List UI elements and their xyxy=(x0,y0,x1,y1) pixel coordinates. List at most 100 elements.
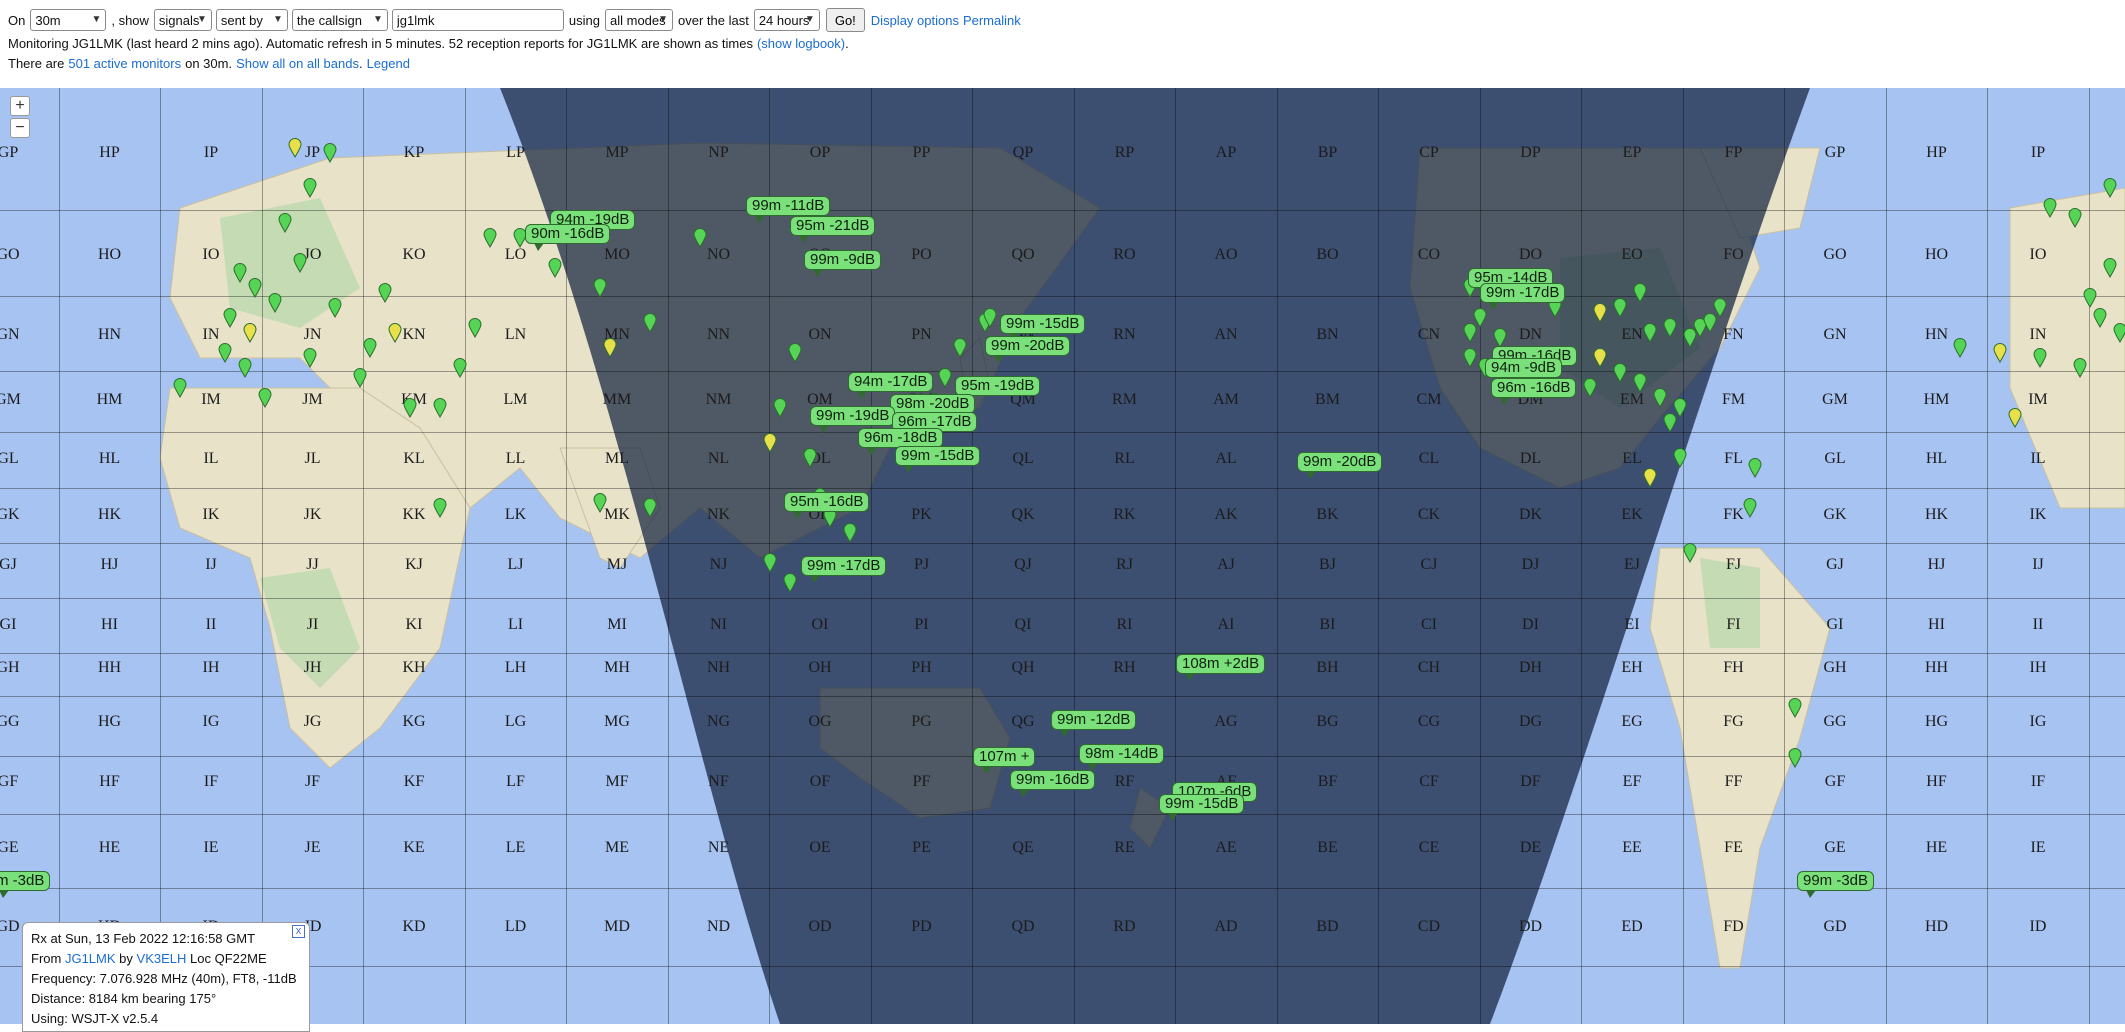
map-pin-icon[interactable] xyxy=(173,378,187,398)
reception-report-label[interactable]: 99m -15dB xyxy=(895,446,981,473)
reception-report-label[interactable]: 99m -3dB xyxy=(1797,871,1875,898)
map-pin-icon[interactable] xyxy=(248,278,262,298)
reception-report-label[interactable]: 95m -21dB xyxy=(790,216,876,243)
map-pin-icon[interactable] xyxy=(1788,748,1802,768)
map-pin-icon[interactable] xyxy=(1953,338,1967,358)
map-pin-icon[interactable] xyxy=(1593,348,1607,368)
map-pin-icon[interactable] xyxy=(788,343,802,363)
map-pin-icon[interactable] xyxy=(388,323,402,343)
map-pin-icon[interactable] xyxy=(1613,298,1627,318)
reception-report-label[interactable]: 96m -16dB xyxy=(1491,378,1577,405)
map-pin-icon[interactable] xyxy=(328,298,342,318)
reception-report-label[interactable]: 99m -20dB xyxy=(1297,452,1383,479)
reception-report-label[interactable]: 99m -20dB xyxy=(985,336,1071,363)
map-pin-icon[interactable] xyxy=(2033,348,2047,368)
map-pin-icon[interactable] xyxy=(1613,363,1627,383)
show-all-bands-link[interactable]: Show all on all bands xyxy=(236,56,359,71)
map-pin-icon[interactable] xyxy=(453,358,467,378)
callsign-input[interactable] xyxy=(391,9,564,31)
reception-report-label[interactable]: 99m -9dB xyxy=(804,250,882,277)
map-pin-icon[interactable] xyxy=(938,368,952,388)
zoom-in-button[interactable]: + xyxy=(10,96,30,116)
map-pin-icon[interactable] xyxy=(243,323,257,343)
close-icon[interactable]: x xyxy=(292,925,305,938)
reception-report-label[interactable]: 99m -19dB xyxy=(810,406,896,433)
map-pin-icon[interactable] xyxy=(593,278,607,298)
reception-report-label[interactable]: 94m -17dB xyxy=(848,372,934,399)
map-pin-icon[interactable] xyxy=(303,178,317,198)
reception-report-label[interactable]: 94m -9dB xyxy=(1485,358,1563,385)
reception-report-label[interactable]: 96m -18dB xyxy=(858,428,944,455)
display-options-link[interactable]: Display options xyxy=(871,13,959,28)
map-pin-icon[interactable] xyxy=(1713,298,1727,318)
legend-link[interactable]: Legend xyxy=(367,56,410,71)
map-pin-icon[interactable] xyxy=(693,228,707,248)
map-pin-icon[interactable] xyxy=(1493,328,1507,348)
map-pin-icon[interactable] xyxy=(433,498,447,518)
map-pin-icon[interactable] xyxy=(773,398,787,418)
world-map[interactable]: GP HP IP JP KP LP MP NP OP PP QP RP AP BP CP DP EP FP GP HP… xyxy=(0,88,2125,1024)
reception-report-label[interactable]: m -3dB xyxy=(0,871,51,898)
reception-report-label[interactable]: 99m -11dB xyxy=(746,196,831,223)
by-callsign-link[interactable]: VK3ELH xyxy=(137,951,187,966)
map-pin-icon[interactable] xyxy=(2043,198,2057,218)
map-pin-icon[interactable] xyxy=(303,348,317,368)
map-pin-icon[interactable] xyxy=(1633,373,1647,393)
reception-report-label[interactable]: 95m -19dB xyxy=(955,376,1041,403)
map-pin-icon[interactable] xyxy=(1683,543,1697,563)
map-pin-icon[interactable] xyxy=(763,433,777,453)
map-pin-icon[interactable] xyxy=(238,358,252,378)
map-pin-icon[interactable] xyxy=(548,258,562,278)
map-pin-icon[interactable] xyxy=(1663,413,1677,433)
reception-report-label[interactable]: 99m -17dB xyxy=(1480,283,1566,310)
period-select[interactable]: 24 hours ▼ xyxy=(753,9,820,31)
map-pin-icon[interactable] xyxy=(593,493,607,513)
map-pin-icon[interactable] xyxy=(1633,283,1647,303)
show-select[interactable]: signals ▼ xyxy=(153,9,212,31)
map-pin-icon[interactable] xyxy=(2008,408,2022,428)
map-pin-icon[interactable] xyxy=(2103,178,2117,198)
direction-select[interactable]: sent by ▼ xyxy=(215,9,288,31)
map-pin-icon[interactable] xyxy=(433,398,447,418)
map-pin-icon[interactable] xyxy=(223,308,237,328)
map-pin-icon[interactable] xyxy=(643,313,657,333)
map-pin-icon[interactable] xyxy=(233,263,247,283)
modes-select[interactable]: all modes ▼ xyxy=(605,9,673,31)
reception-report-label[interactable]: 107m + xyxy=(973,747,1036,774)
map-pin-icon[interactable] xyxy=(1748,458,1762,478)
map-pin-icon[interactable] xyxy=(323,143,337,163)
map-pin-icon[interactable] xyxy=(378,283,392,303)
map-pin-icon[interactable] xyxy=(278,213,292,233)
reception-report-label[interactable]: 90m -16dB xyxy=(525,224,611,251)
reception-report-label[interactable]: 99m -12dB xyxy=(1051,710,1137,737)
map-pin-icon[interactable] xyxy=(293,253,307,273)
map-pin-icon[interactable] xyxy=(1788,698,1802,718)
map-pin-icon[interactable] xyxy=(843,523,857,543)
map-pin-icon[interactable] xyxy=(2073,358,2087,378)
reception-report-label[interactable]: 99m -16dB xyxy=(1010,770,1096,797)
map-pin-icon[interactable] xyxy=(1583,378,1597,398)
map-pin-icon[interactable] xyxy=(2083,288,2097,308)
map-pin-icon[interactable] xyxy=(1463,323,1477,343)
map-pin-icon[interactable] xyxy=(1643,468,1657,488)
go-button[interactable]: Go! xyxy=(825,8,865,32)
map-pin-icon[interactable] xyxy=(268,293,282,313)
map-pin-icon[interactable] xyxy=(1593,303,1607,323)
map-pin-icon[interactable] xyxy=(643,498,657,518)
reception-report-label[interactable]: 98m -20dB xyxy=(890,394,976,421)
map-pin-icon[interactable] xyxy=(803,448,817,468)
map-pin-icon[interactable] xyxy=(2068,208,2082,228)
map-pin-icon[interactable] xyxy=(1643,323,1657,343)
map-pin-icon[interactable] xyxy=(763,553,777,573)
reception-report-label[interactable]: 99m -17dB xyxy=(801,556,887,583)
permalink-link[interactable]: Permalink xyxy=(963,13,1021,28)
map-pin-icon[interactable] xyxy=(363,338,377,358)
map-pin-icon[interactable] xyxy=(258,388,272,408)
reception-report-label[interactable]: 98m -14dB xyxy=(1079,744,1165,771)
map-pin-icon[interactable] xyxy=(468,318,482,338)
map-pin-icon[interactable] xyxy=(288,138,302,158)
map-pin-icon[interactable] xyxy=(783,573,797,593)
reception-report-label[interactable]: 99m -15dB xyxy=(1159,794,1245,821)
active-monitors-link[interactable]: 501 active monitors xyxy=(68,56,181,71)
zoom-out-button[interactable]: − xyxy=(10,118,30,138)
